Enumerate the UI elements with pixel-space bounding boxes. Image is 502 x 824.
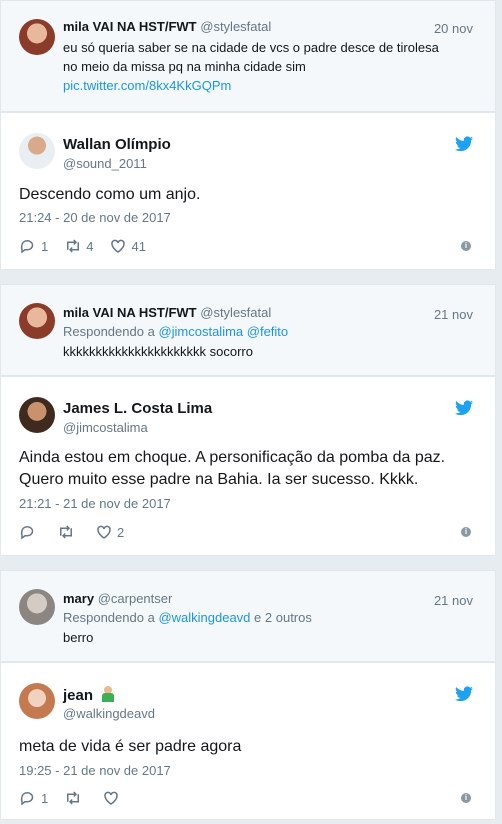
replying-to-handles[interactable]: @jimcostalima @fefito [158,324,288,339]
heart-icon [97,525,111,539]
avatar[interactable] [19,303,55,339]
replying-prefix: Respondendo a [63,324,155,339]
tweet-text-line: no meio da missa pq na minha cidade sim [63,59,306,74]
replying-suffix[interactable]: e 2 outros [254,610,312,625]
avatar[interactable] [19,589,55,625]
twitter-bird-icon[interactable] [455,136,473,152]
author-name[interactable]: mila VAI NA HST/FWT @stylesfatal [63,19,271,34]
tweet-timestamp[interactable]: 19:25 - 21 de nov de 2017 [19,763,171,778]
reply-count: 1 [41,238,49,254]
tweet-text-line: Ainda estou em choque. A personificação … [19,449,446,466]
twitter-bird-icon[interactable] [455,400,473,416]
like-button[interactable]: 2 [95,523,124,541]
tweet-text: Ainda estou em choque. A personificação … [19,447,479,491]
author-display-name[interactable]: jean [63,686,115,704]
info-icon[interactable]: i [461,793,471,803]
like-button[interactable]: 41 [109,237,146,255]
reply-tweet-card[interactable]: mary @carpentser 21 nov Respondendo a @w… [0,570,496,662]
author-handle[interactable]: @stylesfatal [200,305,271,320]
reply-icon [20,526,34,540]
avatar[interactable] [19,19,55,55]
main-tweet-card: James L. Costa Lima @jimcostalima Ainda … [0,376,496,556]
author-display-name[interactable]: James L. Costa Lima [63,400,212,417]
retweet-icon [67,239,80,253]
author-handle[interactable]: @jimcostalima [63,420,148,435]
info-icon[interactable]: i [461,241,471,251]
tweet-timestamp[interactable]: 21:24 - 20 de nov de 2017 [19,210,171,225]
tweet-text-line: eu só queria saber se na cidade de vcs o… [63,40,439,55]
reply-count: 1 [41,790,49,806]
retweet-icon [67,791,80,805]
tweet-actions: 1 [19,789,140,807]
author-display-name[interactable]: mila VAI NA HST/FWT [63,19,197,34]
replying-to: Respondendo a @jimcostalima @fefito [63,324,288,339]
author-handle[interactable]: @carpentser [98,591,173,606]
like-count: 41 [131,238,146,254]
author-handle[interactable]: @sound_2011 [63,156,147,171]
replying-to: Respondendo a @walkingdeavd e 2 outros [63,610,312,625]
media-link[interactable]: pic.twitter.com/8kx4KkGQPm [63,76,483,95]
author-name[interactable]: mila VAI NA HST/FWT @stylesfatal [63,305,271,320]
replying-prefix: Respondendo a [63,610,155,625]
reply-tweet-card[interactable]: mila VAI NA HST/FWT @stylesfatal 21 nov … [0,284,496,376]
like-button[interactable] [102,789,124,807]
reply-tweet-card[interactable]: mila VAI NA HST/FWT @stylesfatal 20 nov … [0,0,496,112]
farmer-emoji-icon [101,686,115,702]
retweet-button[interactable]: 4 [64,237,93,255]
twitter-bird-icon[interactable] [455,686,473,702]
retweet-button[interactable] [64,789,86,807]
like-count: 2 [117,524,125,540]
heart-icon [111,239,126,253]
retweet-button[interactable] [57,523,79,541]
tweet-date[interactable]: 21 nov [434,307,473,322]
author-display-name[interactable]: mila VAI NA HST/FWT [63,305,197,320]
reply-button[interactable]: 1 [19,237,48,255]
main-tweet-card: Wallan Olímpio @sound_2011 Descendo como… [0,112,496,270]
tweet-text: eu só queria saber se na cidade de vcs o… [63,38,483,95]
author-display-name[interactable]: mary [63,591,94,606]
tweet-date[interactable]: 20 nov [434,21,473,36]
retweet-count: 4 [86,238,94,254]
tweet-date[interactable]: 21 nov [434,593,473,608]
avatar[interactable] [19,133,55,169]
tweet-text: berro [63,630,94,645]
avatar[interactable] [19,397,55,433]
author-name[interactable]: mary @carpentser [63,591,172,606]
heart-icon [104,791,118,805]
avatar[interactable] [19,683,55,719]
main-tweet-card: jean @walkingdeavd meta de vida é ser pa… [0,662,496,820]
reply-button[interactable] [19,523,41,541]
tweet-actions: 2 [19,523,140,541]
info-icon[interactable]: i [461,527,471,537]
author-name-text[interactable]: jean [63,687,93,704]
reply-button[interactable]: 1 [19,789,48,807]
retweet-icon [60,525,72,539]
tweet-text: Descendo como um anjo. [19,186,201,203]
replying-to-handles[interactable]: @walkingdeavd [158,610,250,625]
reply-icon [20,240,34,254]
author-display-name[interactable]: Wallan Olímpio [63,136,171,153]
tweet-text-line: Quero muito esse padre na Bahia. Ia ser … [19,471,419,488]
tweet-text: kkkkkkkkkkkkkkkkkkkkkk socorro [63,344,253,359]
tweet-actions: 1 4 41 [19,237,162,255]
tweet-text: meta de vida é ser padre agora [19,738,242,755]
tweet-timestamp[interactable]: 21:21 - 21 de nov de 2017 [19,496,171,511]
reply-icon [20,792,34,806]
author-handle[interactable]: @walkingdeavd [63,706,155,721]
author-handle[interactable]: @stylesfatal [200,19,271,34]
